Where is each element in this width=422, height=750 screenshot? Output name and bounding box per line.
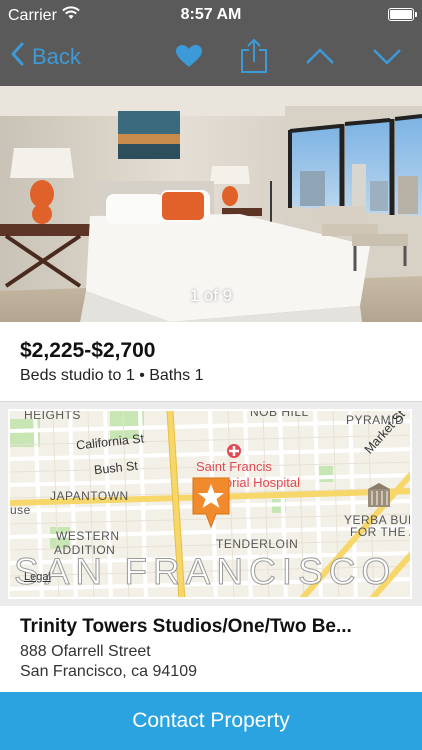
map-label-japantown: JAPANTOWN	[50, 489, 129, 503]
price-range: $2,225-$2,700	[20, 339, 156, 362]
battery-icon	[388, 8, 417, 21]
chevron-left-icon	[10, 42, 24, 72]
map-legal-link[interactable]: Legal	[24, 571, 51, 583]
property-photo[interactable]: 1 of 9	[0, 86, 422, 322]
map-label-western: WESTERN	[56, 529, 120, 543]
address-street: 888 Ofarrell Street	[20, 643, 151, 660]
map-label-nob-hill: NOB HILL	[250, 409, 309, 419]
map-label-tenderloin: TENDERLOIN	[216, 537, 299, 551]
favorite-button[interactable]	[171, 40, 207, 76]
contact-property-button[interactable]: Contact Property	[0, 692, 422, 750]
share-icon	[240, 38, 268, 79]
back-label: Back	[32, 44, 81, 69]
map-city-label: SAN FRANCISCO	[13, 551, 397, 593]
status-bar: Carrier 8:57 AM	[0, 0, 422, 30]
property-pin-icon[interactable]	[190, 475, 232, 531]
chevron-up-icon	[305, 47, 335, 70]
address-city: San Francisco, ca 94109	[20, 663, 197, 680]
photo-counter: 1 of 9	[189, 286, 233, 305]
beds-baths: Beds studio to 1 • Baths 1	[20, 367, 204, 384]
status-time: 8:57 AM	[180, 6, 242, 23]
location-map[interactable]: HEIGHTS NOB HILL PYRAMID California St B…	[8, 409, 412, 599]
nav-bar: Back	[0, 30, 422, 86]
property-name: Trinity Towers Studios/One/Two Be...	[20, 616, 352, 637]
next-listing-button[interactable]	[369, 40, 405, 76]
map-label-heights: HEIGHTS	[24, 409, 81, 422]
map-label-for-the-arts: FOR THE ART	[350, 525, 410, 539]
map-label-partial: use	[10, 503, 31, 517]
previous-listing-button[interactable]	[302, 40, 338, 76]
property-info: Trinity Towers Studios/One/Two Be... 888…	[0, 606, 422, 692]
back-button[interactable]: Back	[10, 42, 81, 72]
price-section: $2,225-$2,700 Beds studio to 1 • Baths 1	[0, 322, 422, 402]
poi-saint-francis: Saint Francis	[196, 459, 272, 474]
chevron-down-icon	[372, 47, 402, 70]
share-button[interactable]	[236, 38, 272, 79]
heart-icon	[175, 44, 203, 73]
